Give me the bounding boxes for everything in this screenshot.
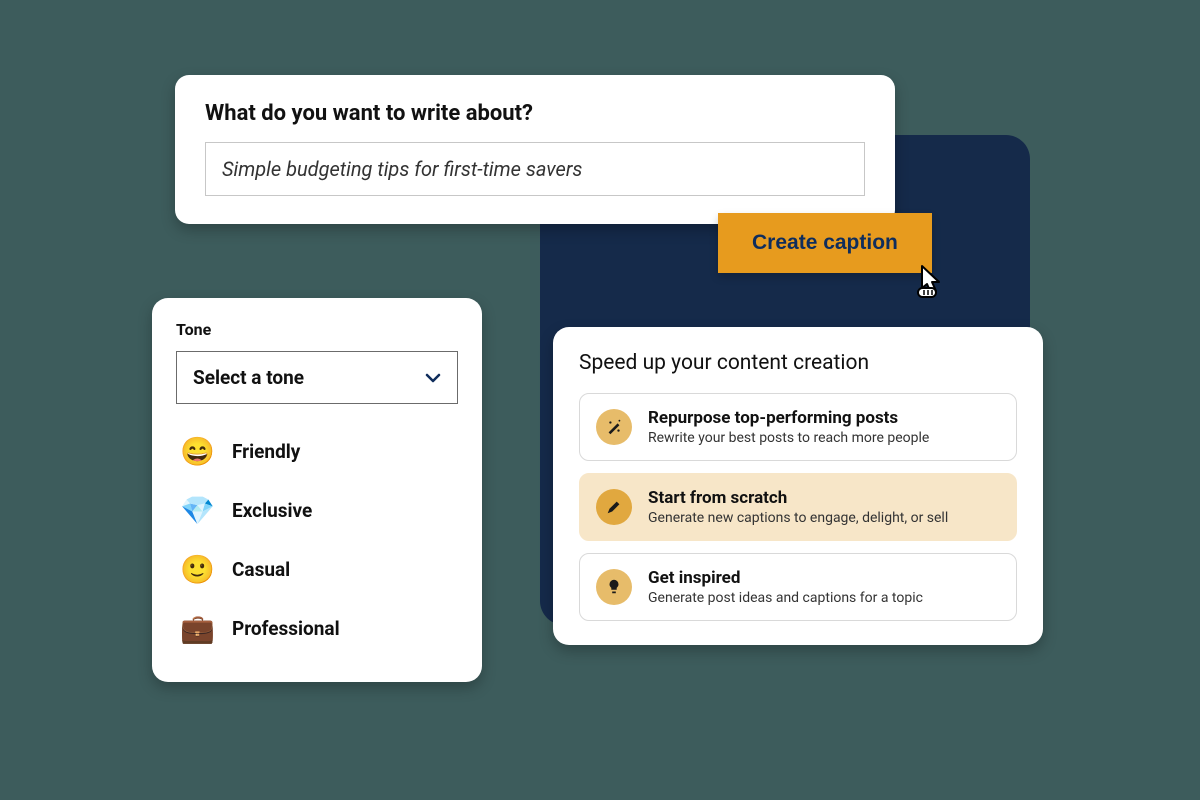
prompt-title: What do you want to write about? bbox=[205, 101, 865, 126]
tone-select-placeholder: Select a tone bbox=[193, 366, 304, 389]
action-get-inspired[interactable]: Get inspired Generate post ideas and cap… bbox=[579, 553, 1017, 621]
gem-emoji-icon: 💎 bbox=[180, 494, 214, 527]
speed-up-card: Speed up your content creation Repurpose… bbox=[553, 327, 1043, 645]
tone-option-professional[interactable]: 💼 Professional bbox=[176, 599, 458, 658]
slight-smile-emoji-icon: 🙂 bbox=[180, 553, 214, 586]
tone-option-label: Casual bbox=[232, 558, 290, 581]
tone-option-casual[interactable]: 🙂 Casual bbox=[176, 540, 458, 599]
briefcase-emoji-icon: 💼 bbox=[180, 612, 214, 645]
sparkle-wand-icon bbox=[596, 409, 632, 445]
tone-option-label: Professional bbox=[232, 617, 340, 640]
tone-option-label: Friendly bbox=[232, 440, 300, 463]
speed-up-title: Speed up your content creation bbox=[579, 351, 1017, 375]
tone-option-exclusive[interactable]: 💎 Exclusive bbox=[176, 481, 458, 540]
tone-option-label: Exclusive bbox=[232, 499, 312, 522]
action-desc: Generate new captions to engage, delight… bbox=[648, 510, 1000, 526]
smile-emoji-icon: 😄 bbox=[180, 435, 214, 468]
action-title: Start from scratch bbox=[648, 488, 1000, 508]
tone-label: Tone bbox=[176, 320, 458, 339]
action-title: Get inspired bbox=[648, 568, 1000, 588]
tone-card: Tone Select a tone 😄 Friendly 💎 Exclusiv… bbox=[152, 298, 482, 682]
create-caption-button[interactable]: Create caption bbox=[718, 213, 932, 273]
action-desc: Generate post ideas and captions for a t… bbox=[648, 590, 1000, 606]
topic-input[interactable] bbox=[205, 142, 865, 196]
action-title: Repurpose top-performing posts bbox=[648, 408, 1000, 428]
tone-option-friendly[interactable]: 😄 Friendly bbox=[176, 422, 458, 481]
prompt-card: What do you want to write about? bbox=[175, 75, 895, 224]
chevron-down-icon bbox=[425, 370, 441, 386]
tone-select[interactable]: Select a tone bbox=[176, 351, 458, 404]
action-repurpose[interactable]: Repurpose top-performing posts Rewrite y… bbox=[579, 393, 1017, 461]
lightbulb-icon bbox=[596, 569, 632, 605]
action-desc: Rewrite your best posts to reach more pe… bbox=[648, 430, 1000, 446]
pencil-icon bbox=[596, 489, 632, 525]
action-start-from-scratch[interactable]: Start from scratch Generate new captions… bbox=[579, 473, 1017, 541]
